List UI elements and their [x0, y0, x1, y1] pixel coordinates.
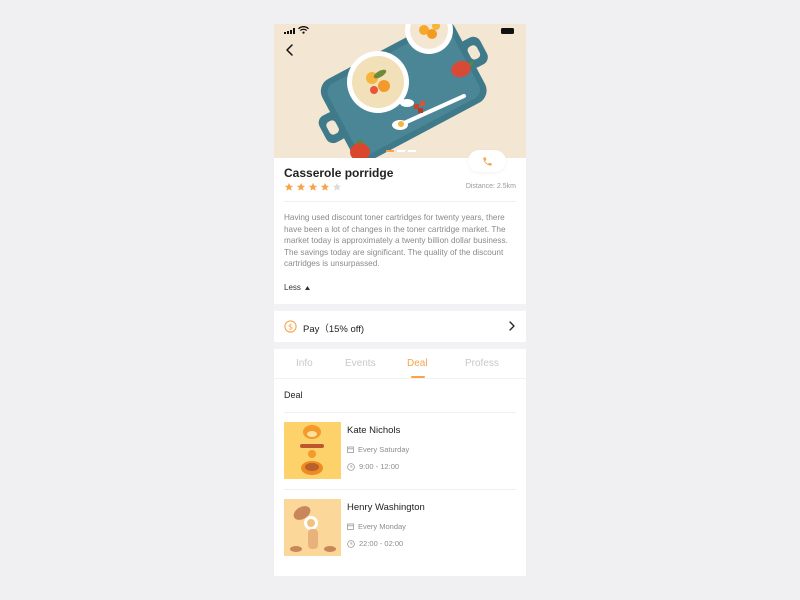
divider — [284, 412, 516, 413]
phone-screen: Casserole porridge Distance: 2.5km Havin… — [274, 24, 526, 576]
chevron-left-icon[interactable] — [282, 42, 298, 58]
carousel-indicator — [386, 150, 416, 152]
pay-row[interactable]: $ Pay（15% off) — [274, 311, 526, 342]
carousel-dot[interactable] — [397, 150, 405, 152]
phone-icon — [482, 156, 492, 166]
detail-card: Casserole porridge Distance: 2.5km Havin… — [274, 150, 526, 304]
status-bar — [274, 24, 526, 38]
active-tab-indicator — [411, 376, 425, 378]
calendar-icon — [347, 446, 354, 453]
star-filled-icon — [308, 182, 318, 191]
call-button[interactable] — [468, 150, 506, 172]
deal-time: 22:00 - 02:00 — [359, 539, 404, 548]
carousel-dot[interactable] — [408, 150, 416, 152]
tab-profess[interactable]: Profess — [465, 358, 499, 369]
tab-info[interactable]: Info — [296, 358, 313, 369]
deal-day: Every Saturday — [358, 445, 410, 454]
less-toggle[interactable]: Less — [284, 283, 310, 292]
description-text: Having used discount toner cartridges fo… — [284, 213, 508, 268]
dollar-coin-icon: $ — [284, 320, 297, 333]
deal-item[interactable]: Henry Washington Every Monday 22:00 - 02… — [274, 491, 526, 561]
star-filled-icon — [296, 182, 306, 191]
deal-schedule: Every Saturday — [347, 445, 409, 454]
hero-image — [274, 24, 526, 158]
deal-schedule: Every Monday — [347, 522, 406, 531]
deal-thumbnail — [284, 499, 341, 556]
star-rating — [284, 182, 342, 192]
tab-events[interactable]: Events — [345, 358, 376, 369]
star-filled-icon — [284, 182, 294, 191]
svg-text:$: $ — [288, 322, 293, 331]
deal-hours: 9:00 - 12:00 — [347, 462, 399, 471]
tab-deal[interactable]: Deal — [407, 358, 428, 369]
deal-item[interactable]: Kate Nichols Every Saturday 9:00 - 12:00 — [274, 414, 526, 484]
divider — [284, 201, 516, 202]
deal-time: 9:00 - 12:00 — [359, 462, 400, 471]
battery-icon — [501, 28, 514, 34]
caret-up-icon — [304, 285, 310, 290]
chevron-right-icon — [509, 321, 515, 331]
wifi-icon — [298, 26, 309, 34]
dish-title: Casserole porridge — [284, 166, 394, 180]
deal-hours: 22:00 - 02:00 — [347, 539, 403, 548]
food-photo — [274, 24, 526, 158]
carousel-dot[interactable] — [386, 150, 394, 152]
less-label: Less — [284, 283, 301, 292]
star-filled-icon — [320, 182, 330, 191]
tab-bar: Info Events Deal Profess — [274, 349, 526, 379]
deal-name: Kate Nichols — [347, 425, 401, 436]
star-empty-icon — [332, 182, 342, 191]
clock-icon — [347, 462, 355, 471]
deal-name: Henry Washington — [347, 502, 425, 513]
section-title: Deal — [284, 390, 303, 400]
tabs-card: Info Events Deal Profess Deal Kate Nicho… — [274, 349, 526, 576]
calendar-icon — [347, 523, 354, 530]
deal-day: Every Monday — [358, 522, 406, 531]
divider — [284, 489, 516, 490]
signal-icon — [284, 28, 295, 34]
deal-thumbnail — [284, 422, 341, 479]
pay-label: Pay（15% off) — [303, 324, 365, 335]
clock-icon — [347, 539, 355, 548]
distance-label: Distance: 2.5km — [465, 183, 516, 190]
